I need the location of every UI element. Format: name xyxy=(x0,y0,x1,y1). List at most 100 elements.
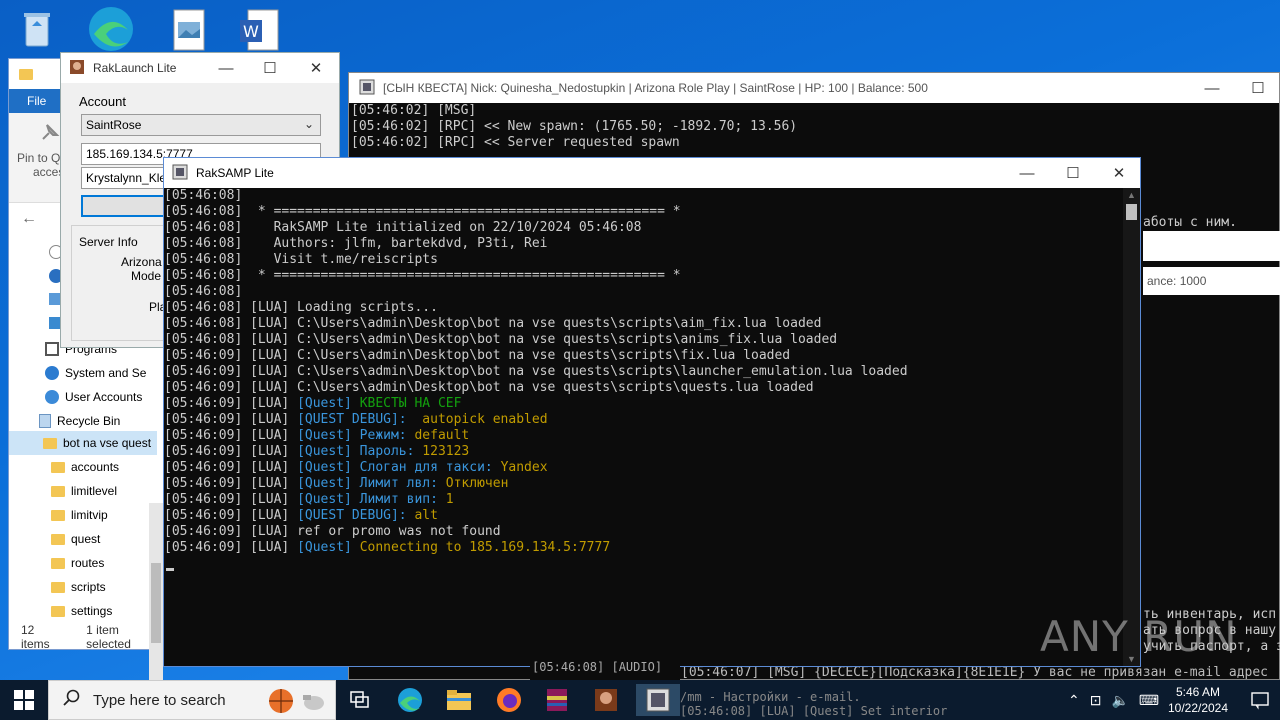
nav-item-user-accounts[interactable]: User Accounts xyxy=(45,385,165,409)
nav-pane-2: Recycle Bin xyxy=(39,409,165,433)
users-icon xyxy=(45,390,59,404)
explorer-status-bar: 12 items 1 item selected xyxy=(9,623,163,651)
console-strip-right-3: [05:46:08] [LUA] [Quest] Set interior xyxy=(680,704,948,718)
console-segment: default xyxy=(414,428,470,443)
search-icon xyxy=(63,689,81,711)
raksamp-title: RakSAMP Lite xyxy=(196,166,274,180)
start-button[interactable] xyxy=(14,690,34,713)
system-icon xyxy=(45,366,59,380)
nav-item-routes[interactable]: routes xyxy=(51,551,161,575)
minimize-button[interactable]: — xyxy=(203,53,249,83)
console-back-titlebar[interactable]: [СЫН КВЕСТА] Nick: Quinesha_Nedostupkin … xyxy=(349,73,1279,103)
image-file-icon[interactable] xyxy=(168,8,214,54)
raklaunch-app-icon xyxy=(69,59,85,78)
nav-item-limitlevel[interactable]: limitlevel xyxy=(51,479,161,503)
console-line: [05:46:08] Authors: jlfm, bartekdvd, P3t… xyxy=(164,236,1124,252)
console-segment: [05:46:09] [LUA] xyxy=(164,508,298,523)
console-line: [05:46:09] [LUA] [Quest] Слоган для такс… xyxy=(164,460,1124,476)
svg-text:W: W xyxy=(243,22,259,41)
nav-item-recycle-bin[interactable]: Recycle Bin xyxy=(39,409,165,433)
maximize-button[interactable]: ☐ xyxy=(1235,73,1280,103)
console-segment: [05:46:08] [LUA] C:\Users\admin\Desktop\… xyxy=(164,332,838,347)
edge-taskbar-icon[interactable] xyxy=(394,684,426,716)
folder-icon xyxy=(51,461,65,473)
console-line: [05:46:09] [LUA] [QUEST DEBUG]: alt xyxy=(164,508,1124,524)
console-segment: 123123 xyxy=(422,444,470,459)
console-segment: [05:46:09] [LUA] xyxy=(164,396,298,411)
console-line: [05:46:02] [MSG] xyxy=(351,103,477,118)
winrar-taskbar-icon[interactable] xyxy=(541,684,573,716)
folder-icon xyxy=(51,581,65,593)
nav-item-system[interactable]: System and Se xyxy=(45,361,165,385)
status-selected: 1 item selected xyxy=(86,623,131,651)
console-strip-left: [05:46:08] [AUDIO] xyxy=(530,660,680,680)
console-segment: [05:46:08] xyxy=(164,284,243,299)
minimize-button[interactable]: — xyxy=(1004,158,1050,188)
console-scrollbar[interactable]: ▲ ▼ xyxy=(1123,188,1140,666)
nav-item-bot-folder[interactable]: bot na vse quest xyxy=(43,431,163,455)
console-line: [05:46:09] [LUA] [Quest] Режим: default xyxy=(164,428,1124,444)
console-line: [05:46:09] [LUA] C:\Users\admin\Desktop\… xyxy=(164,348,1124,364)
console-back-fragment: аботы с ним. xyxy=(1143,215,1237,230)
console-line: [05:46:09] [LUA] [Quest] Connecting to 1… xyxy=(164,540,1124,556)
maximize-button[interactable]: ☐ xyxy=(1050,158,1096,188)
close-button[interactable]: ✕ xyxy=(293,53,339,83)
console-segment: [05:46:08] [LUA] C:\Users\admin\Desktop\… xyxy=(164,316,822,331)
console-segment: [05:46:08] xyxy=(164,188,243,203)
folder-icon xyxy=(51,557,65,569)
raklaunch-titlebar[interactable]: RakLaunch Lite — ☐ ✕ xyxy=(61,53,339,83)
scrollbar-thumb[interactable] xyxy=(1126,204,1137,220)
console-line: [05:46:08] [LUA] C:\Users\admin\Desktop\… xyxy=(164,332,1124,348)
raksamp-taskbar-icon[interactable] xyxy=(636,684,680,716)
console-line: [05:46:02] [RPC] << New spawn: (1765.50;… xyxy=(351,119,798,134)
server-info-name: Arizona xyxy=(121,255,162,269)
console-app-icon xyxy=(359,79,375,98)
nav-item-label: System and Se xyxy=(65,366,147,380)
console-segment: [05:46:09] [LUA] ref or promo was not fo… xyxy=(164,524,501,539)
server-select[interactable]: SaintRose ⌄ xyxy=(81,114,321,136)
console-line: [05:46:08] xyxy=(164,188,1124,204)
taskbar-search-box[interactable]: Type here to search xyxy=(48,680,336,720)
file-explorer-taskbar-icon[interactable] xyxy=(443,684,475,716)
console-segment: [05:46:08] * ===========================… xyxy=(164,204,681,219)
console-line: [05:46:09] [LUA] [Quest] Лимит вип: 1 xyxy=(164,492,1124,508)
firefox-taskbar-icon[interactable] xyxy=(493,684,525,716)
nav-item-settings[interactable]: settings xyxy=(51,599,161,623)
file-menu-tab[interactable]: File xyxy=(27,94,46,108)
close-button[interactable]: ✕ xyxy=(1096,158,1142,188)
task-view-icon[interactable] xyxy=(344,684,376,716)
console-segment: alt xyxy=(414,508,438,523)
console-segment: Connecting to 185.169.134.5:7777 xyxy=(359,540,611,555)
console-line: [05:46:09] [LUA] [Quest] Пароль: 123123 xyxy=(164,444,1124,460)
raklaunch-taskbar-icon[interactable] xyxy=(590,684,622,716)
console-segment: [05:46:08] * ===========================… xyxy=(164,268,681,283)
pin-icon[interactable] xyxy=(37,121,61,148)
console-line: [05:46:08] * ===========================… xyxy=(164,204,1124,220)
folder-icon xyxy=(43,437,57,449)
console-segment: [05:46:09] [LUA] xyxy=(164,476,298,491)
nav-item-limitvip[interactable]: limitvip xyxy=(51,503,161,527)
nav-item-accounts[interactable]: accounts xyxy=(51,455,161,479)
raksamp-titlebar[interactable]: RakSAMP Lite — ☐ ✕ xyxy=(164,158,1140,188)
minimize-button[interactable]: — xyxy=(1189,73,1235,103)
recycle-bin-icon[interactable] xyxy=(14,6,60,52)
edge-icon[interactable] xyxy=(86,4,133,51)
console-segment: [Quest] xyxy=(297,540,360,555)
word-document-icon[interactable]: W xyxy=(238,8,284,54)
console-segment: [05:46:09] [LUA] xyxy=(164,460,298,475)
raksamp-console-window[interactable]: RakSAMP Lite — ☐ ✕ [05:46:08] [05:46:08] … xyxy=(163,157,1141,667)
console-segment: [05:46:09] [LUA] xyxy=(164,540,298,555)
console-segment: [05:46:09] [LUA] xyxy=(164,492,298,507)
server-info-mode: Mode xyxy=(131,269,162,283)
console-line: [05:46:08] [LUA] Loading scripts... xyxy=(164,300,1124,316)
raklaunch-title: RakLaunch Lite xyxy=(93,61,177,75)
nav-item-scripts[interactable]: scripts xyxy=(51,575,161,599)
nav-item-quest[interactable]: quest xyxy=(51,527,161,551)
scroll-up-icon[interactable]: ▲ xyxy=(1127,190,1136,200)
maximize-button[interactable]: ☐ xyxy=(247,53,293,83)
console-segment: [05:46:08] Authors: jlfm, bartekdvd, P3t… xyxy=(164,236,548,251)
nav-scrollbar[interactable] xyxy=(149,503,163,683)
console-line: [05:46:09] [LUA] [QUEST DEBUG]: autopick… xyxy=(164,412,1124,428)
console-back-panel xyxy=(1143,231,1280,261)
nav-item-label: quest xyxy=(71,532,101,546)
